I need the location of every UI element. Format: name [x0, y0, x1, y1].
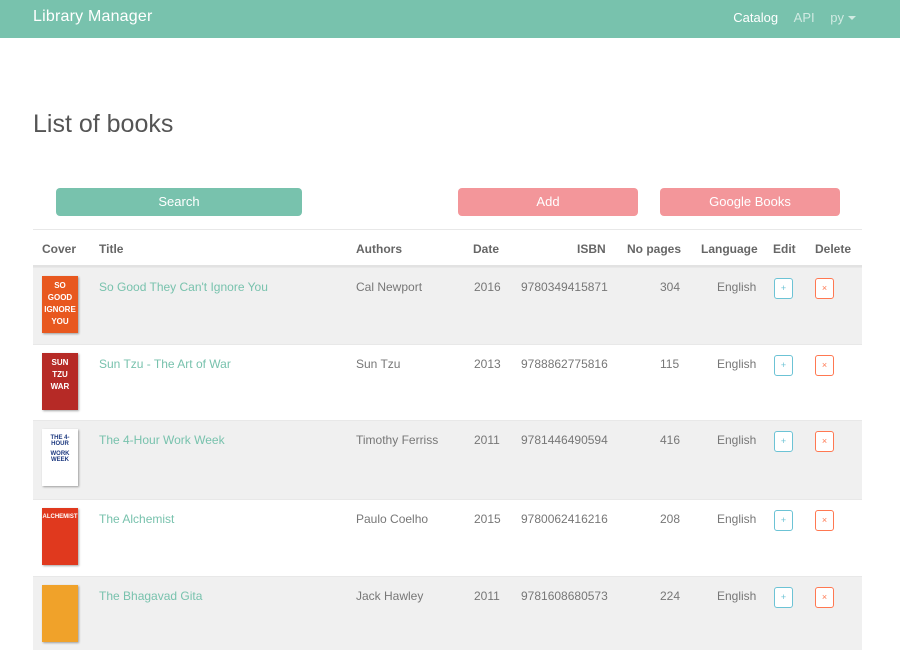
plus-icon: +: [780, 436, 787, 446]
book-language: English: [717, 512, 757, 526]
book-title-link[interactable]: So Good They Can't Ignore You: [99, 280, 268, 294]
language-dropdown[interactable]: py: [830, 10, 856, 25]
plus-icon: +: [780, 283, 787, 293]
chevron-down-icon: [848, 16, 856, 20]
cover-text: SUN: [51, 358, 69, 367]
delete-button[interactable]: ×: [815, 431, 834, 452]
book-cover-image: ALCHEMIST: [42, 508, 78, 565]
brand-link[interactable]: Library Manager: [33, 8, 153, 26]
edit-button[interactable]: +: [774, 431, 793, 452]
delete-button[interactable]: ×: [815, 510, 834, 531]
cover-text: YOU: [51, 317, 69, 326]
cover-text: GOOD: [47, 293, 73, 302]
cover-text: THE 4-HOUR: [50, 435, 70, 447]
book-language: English: [717, 589, 757, 603]
book-cover-image: SO GOOD IGNORE YOU: [42, 276, 78, 333]
plus-icon: +: [780, 360, 787, 370]
book-author: Jack Hawley: [356, 589, 424, 603]
header-language: Language: [701, 242, 758, 256]
delete-button[interactable]: ×: [815, 355, 834, 376]
book-isbn: 9781608680573: [521, 589, 608, 603]
search-button[interactable]: Search: [56, 188, 302, 216]
edit-button[interactable]: +: [774, 355, 793, 376]
nav-links: Catalog API py: [721, 10, 856, 25]
header-no-pages: No pages: [627, 242, 682, 256]
book-title-link[interactable]: The 4-Hour Work Week: [99, 433, 225, 447]
delete-button[interactable]: ×: [815, 278, 834, 299]
header-cover: Cover: [42, 242, 77, 256]
table-row: SO GOOD IGNORE YOU So Good They Can't Ignore…: [33, 267, 862, 344]
table-body: SO GOOD IGNORE YOU So Good They Can't Ignore…: [33, 267, 862, 650]
book-isbn: 9780349415871: [521, 280, 608, 294]
plus-icon: +: [780, 515, 787, 525]
books-table: Cover Title Authors Date ISBN No pages L…: [33, 229, 862, 650]
language-dropdown-label: py: [830, 10, 844, 25]
close-icon: ×: [821, 436, 828, 446]
book-language: English: [717, 280, 757, 294]
cover-text: ALCHEMIST: [42, 514, 78, 520]
plus-icon: +: [780, 592, 787, 602]
book-isbn: 9781446490594: [521, 433, 608, 447]
table-row: THE 4-HOUR WORK WEEK The 4-Hour Work Week T…: [33, 420, 862, 499]
book-author: Cal Newport: [356, 280, 423, 294]
header-isbn: ISBN: [577, 242, 606, 256]
delete-button[interactable]: ×: [815, 587, 834, 608]
book-title-link[interactable]: The Alchemist: [99, 512, 174, 526]
table-row: SUN TZU WAR Sun Tzu - The Art of War Sun Tzu…: [33, 344, 862, 420]
book-date: 2013: [474, 357, 501, 371]
page-title: List of books: [33, 110, 174, 138]
book-isbn: 9788862775816: [521, 357, 608, 371]
navbar: Library Manager Catalog API py: [0, 0, 900, 38]
cover-text: IGNORE: [44, 305, 76, 314]
table-header: Cover Title Authors Date ISBN No pages L…: [33, 230, 862, 267]
header-edit: Edit: [773, 242, 796, 256]
table-row: ALCHEMIST The Alchemist Paulo Coelho 2015 97…: [33, 499, 862, 576]
book-date: 2015: [474, 512, 501, 526]
book-pages: 208: [660, 512, 681, 526]
cover-text: TZU: [52, 370, 68, 379]
book-pages: 115: [660, 357, 680, 371]
book-cover-image: SUN TZU WAR: [42, 353, 78, 410]
close-icon: ×: [821, 283, 828, 293]
book-author: Sun Tzu: [356, 357, 401, 371]
close-icon: ×: [821, 592, 828, 602]
book-title-link[interactable]: Sun Tzu - The Art of War: [99, 357, 231, 371]
book-language: English: [717, 357, 757, 371]
close-icon: ×: [821, 360, 828, 370]
nav-catalog[interactable]: Catalog: [733, 10, 778, 25]
book-cover-image: THE 4-HOUR WORK WEEK: [42, 429, 78, 486]
header-date: Date: [473, 242, 500, 256]
cover-text: WORK WEEK: [50, 451, 70, 463]
edit-button[interactable]: +: [774, 278, 793, 299]
book-pages: 224: [660, 589, 681, 603]
close-icon: ×: [821, 515, 828, 525]
book-cover-image: [42, 585, 78, 642]
header-authors: Authors: [356, 242, 402, 256]
book-author: Paulo Coelho: [356, 512, 429, 526]
table-row: The Bhagavad Gita Jack Hawley 2011 97816086…: [33, 576, 862, 650]
edit-button[interactable]: +: [774, 510, 793, 531]
book-isbn: 9780062416216: [521, 512, 608, 526]
book-pages: 416: [660, 433, 681, 447]
nav-api[interactable]: API: [794, 10, 815, 25]
header-title: Title: [99, 242, 124, 256]
add-button[interactable]: Add: [458, 188, 638, 216]
book-pages: 304: [660, 280, 681, 294]
cover-text: WAR: [50, 382, 70, 391]
book-author: Timothy Ferriss: [356, 433, 439, 447]
google-books-button[interactable]: Google Books: [660, 188, 840, 216]
book-title-link[interactable]: The Bhagavad Gita: [99, 589, 202, 603]
edit-button[interactable]: +: [774, 587, 793, 608]
book-date: 2011: [474, 589, 500, 603]
cover-text: SO: [54, 281, 66, 290]
book-date: 2016: [474, 280, 501, 294]
book-date: 2011: [474, 433, 500, 447]
book-language: English: [717, 433, 757, 447]
header-delete: Delete: [815, 242, 852, 256]
